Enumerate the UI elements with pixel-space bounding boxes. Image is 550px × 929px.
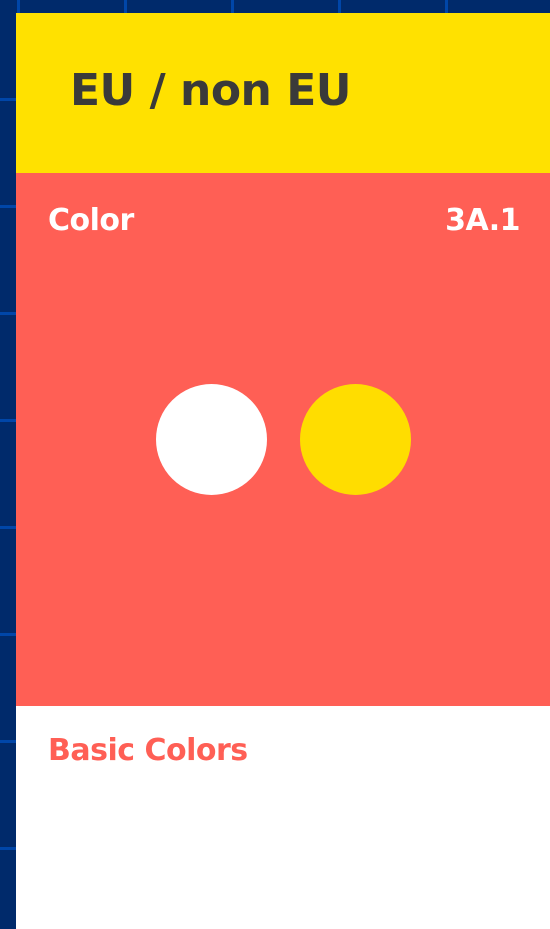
- page-title: EU / non EU: [70, 65, 351, 116]
- color-panel: Color 3A.1: [16, 173, 550, 706]
- color-card: EU / non EU Color 3A.1 Basic Colors: [16, 13, 550, 929]
- color-swatch-white: [156, 384, 267, 495]
- card-footer: Basic Colors: [16, 706, 550, 929]
- card-header: EU / non EU: [16, 13, 550, 173]
- footer-title: Basic Colors: [48, 733, 248, 768]
- section-label: Color: [48, 203, 134, 238]
- section-code: 3A.1: [445, 203, 520, 238]
- color-swatch-yellow: [300, 384, 411, 495]
